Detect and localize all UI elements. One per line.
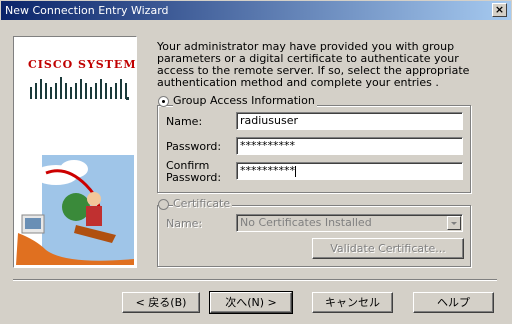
name-field[interactable]: radiususer	[236, 112, 463, 130]
next-button[interactable]: 次へ(N) >	[209, 291, 293, 314]
confirm-password-label-line2: Password:	[166, 171, 222, 184]
validate-certificate-button[interactable]: Validate Certificate...	[312, 238, 464, 259]
wizard-window: New Connection Entry Wizard × Cisco Syst…	[0, 0, 512, 324]
button-separator	[13, 279, 497, 281]
wizard-side-panel: Cisco Systems	[13, 36, 137, 268]
intro-text: Your administrator may have provided you…	[157, 40, 470, 89]
password-label: Password:	[166, 140, 222, 153]
certificate-label[interactable]: Certificate	[173, 197, 233, 210]
close-button[interactable]: ×	[492, 3, 507, 17]
certificate-dropdown-value: No Certificates Installed	[240, 216, 372, 229]
confirm-password-value: **********	[240, 164, 295, 177]
cisco-bars-icon	[30, 77, 129, 100]
window-title: New Connection Entry Wizard	[5, 4, 169, 17]
text-caret	[295, 165, 296, 177]
password-field[interactable]: **********	[236, 137, 463, 155]
confirm-password-field[interactable]: **********	[236, 162, 463, 180]
title-bar[interactable]: New Connection Entry Wizard ×	[1, 1, 511, 20]
certificate-name-label: Name:	[166, 217, 203, 230]
group-access-radio[interactable]	[158, 96, 169, 107]
group-access-label[interactable]: Group Access Information	[173, 94, 317, 107]
certificate-dropdown[interactable]: No Certificates Installed	[236, 214, 463, 232]
cancel-button[interactable]: キャンセル	[312, 292, 393, 313]
certificate-radio[interactable]	[158, 199, 169, 210]
close-icon: ×	[494, 3, 505, 16]
back-button[interactable]: < 戻る(B)	[122, 292, 200, 313]
chevron-down-icon[interactable]	[447, 216, 461, 230]
name-label: Name:	[166, 115, 203, 128]
wizard-illustration	[16, 155, 134, 265]
cisco-logo: Cisco Systems	[28, 58, 137, 71]
help-button[interactable]: ヘルプ	[413, 292, 494, 313]
